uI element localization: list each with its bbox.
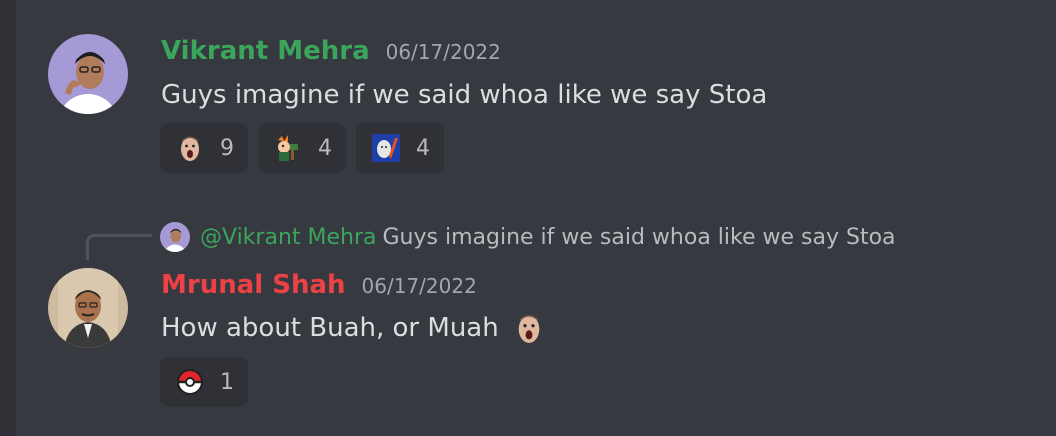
reply-avatar	[160, 222, 190, 252]
message-content: How about Buah, or Muah	[161, 312, 545, 344]
timestamp: 06/17/2022	[361, 274, 477, 298]
cartoon-emoji-icon	[274, 134, 302, 162]
left-panel-edge	[0, 0, 16, 436]
reply-text: Guys imagine if we said whoa like we say…	[382, 224, 896, 250]
reply-reference[interactable]: @Vikrant Mehra Guys imagine if we said w…	[160, 222, 896, 252]
reaction-button[interactable]: 4	[258, 123, 346, 173]
message-text: Guys imagine if we said whoa like we say…	[161, 80, 768, 110]
meme-emoji-icon	[372, 134, 400, 162]
avatar[interactable]	[48, 268, 128, 348]
username[interactable]: Vikrant Mehra	[161, 36, 370, 66]
reactions-bar: 1	[160, 357, 248, 407]
reply-connector	[86, 234, 152, 260]
reaction-button[interactable]: 9	[160, 123, 248, 173]
reaction-button[interactable]: 1	[160, 357, 248, 407]
shocked-face-emoji-icon	[176, 134, 204, 162]
reactions-bar: 9 4 4	[160, 123, 444, 173]
message-text: How about Buah, or Muah	[161, 313, 499, 343]
timestamp: 06/17/2022	[385, 40, 501, 64]
message-header: Mrunal Shah 06/17/2022	[161, 270, 477, 300]
reaction-count: 1	[220, 369, 234, 395]
reaction-count: 4	[318, 135, 332, 161]
reaction-count: 4	[416, 135, 430, 161]
pokeball-emoji-icon	[176, 368, 204, 396]
reaction-button[interactable]: 4	[356, 123, 444, 173]
message-content: Guys imagine if we said whoa like we say…	[161, 80, 767, 110]
username[interactable]: Mrunal Shah	[161, 270, 346, 300]
avatar[interactable]	[48, 34, 128, 114]
reply-mention[interactable]: @Vikrant Mehra	[200, 225, 377, 250]
message-header: Vikrant Mehra 06/17/2022	[161, 36, 501, 66]
shocked-face-emoji-icon	[513, 312, 545, 344]
reaction-count: 9	[220, 135, 234, 161]
